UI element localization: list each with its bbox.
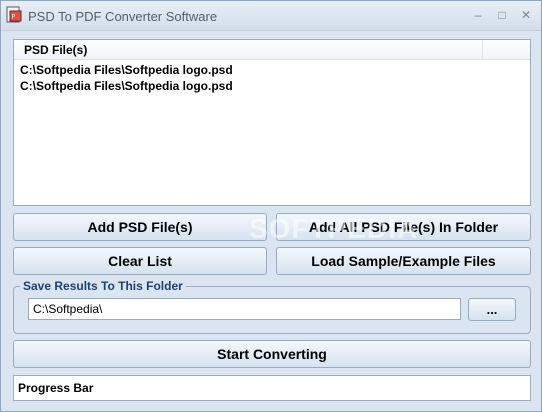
title-bar[interactable]: P PSD To PDF Converter Software – □ ✕ [1,1,541,31]
browse-button[interactable]: ... [468,298,516,321]
start-converting-button[interactable]: Start Converting [13,340,531,368]
output-folder-label: Save Results To This Folder [20,279,186,293]
maximize-button[interactable]: □ [491,5,513,25]
svg-text:P: P [12,14,16,21]
file-list[interactable]: PSD File(s) C:\Softpedia Files\Softpedia… [13,39,531,206]
output-folder-input[interactable] [28,298,461,320]
list-header: PSD File(s) [14,40,530,60]
column-header-psd-files[interactable]: PSD File(s) [14,40,483,60]
progress-bar: Progress Bar [13,375,531,401]
list-item[interactable]: C:\Softpedia Files\Softpedia logo.psd [20,78,233,94]
clear-list-button[interactable]: Clear List [13,247,267,275]
app-icon: P [6,6,22,23]
minimize-button[interactable]: – [467,5,489,25]
main-window: P PSD To PDF Converter Software – □ ✕ PS… [0,0,542,412]
load-samples-button[interactable]: Load Sample/Example Files [276,247,531,275]
list-item[interactable]: C:\Softpedia Files\Softpedia logo.psd [20,62,233,78]
add-psd-files-button[interactable]: Add PSD File(s) [13,213,267,241]
add-folder-button[interactable]: Add All PSD File(s) In Folder [276,213,531,241]
window-title: PSD To PDF Converter Software [28,9,218,24]
close-button[interactable]: ✕ [515,5,537,25]
